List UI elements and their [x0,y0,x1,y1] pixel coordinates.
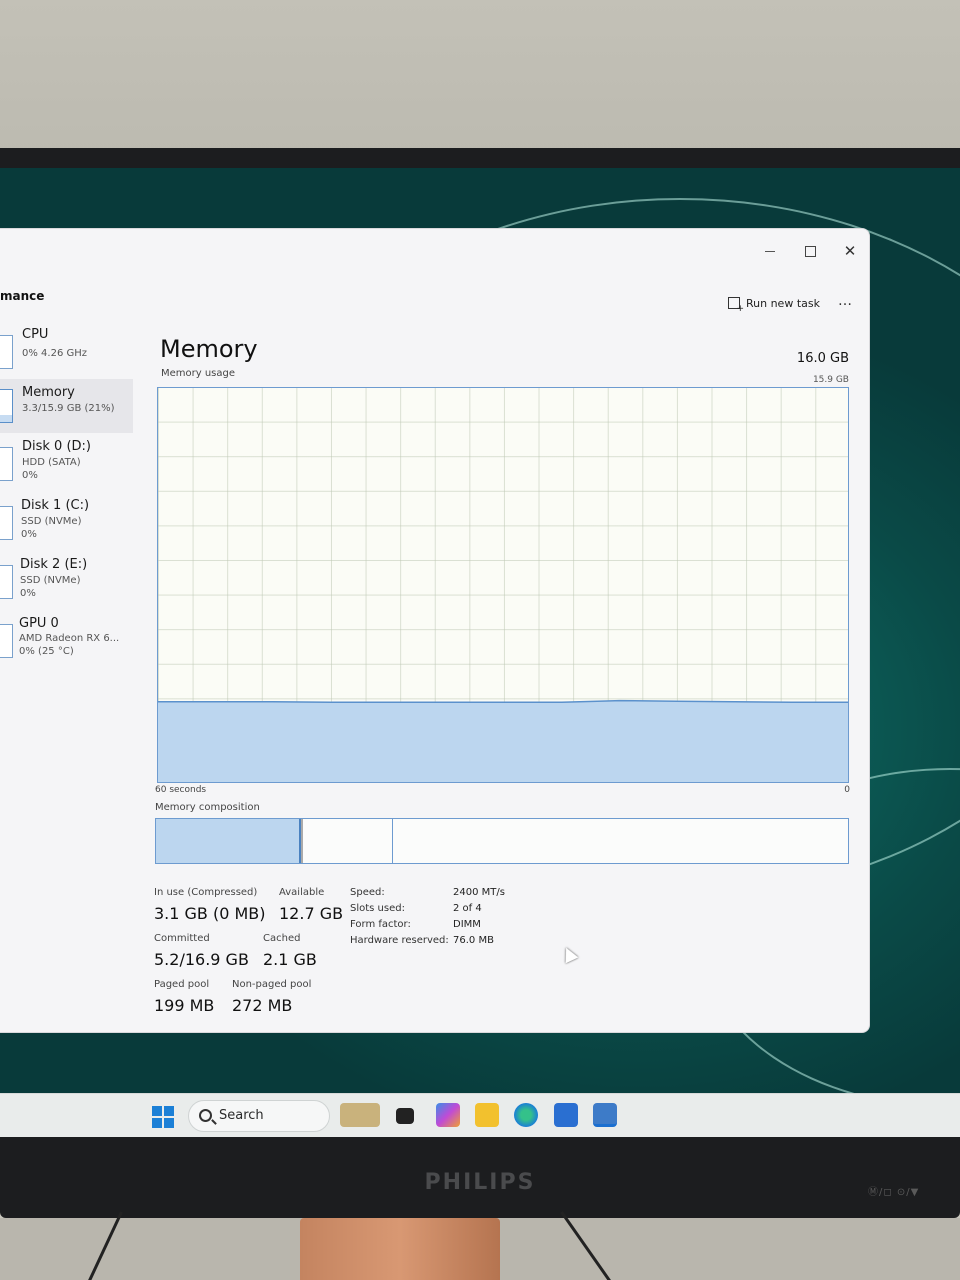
speed-value: 2400 MT/s [453,887,505,898]
sidebar-item-detail: AMD Radeon RX 6... [19,633,120,644]
cached-value: 2.1 GB [263,950,317,969]
windows-logo-icon [152,1106,162,1116]
sidebar-item-detail: 0% 4.26 GHz [22,348,88,359]
cpu-thumbnail [0,335,13,369]
title-bar[interactable]: ✕ [0,229,869,273]
sidebar-item-gpu0[interactable]: GPU 0 AMD Radeon RX 6... 0% (25 °C) [0,614,133,668]
disk1-thumbnail [0,506,13,540]
more-options-button[interactable]: … [838,293,853,309]
sidebar-item-detail: SSD (NVMe) [20,575,81,586]
form-factor-value: DIMM [453,919,481,930]
sidebar-item-usage: 0% (25 °C) [19,646,74,657]
memory-usage-line [158,699,848,704]
sidebar-item-detail: 3.3/15.9 GB (21%) [22,403,115,414]
non-paged-pool-value: 272 MB [232,996,293,1015]
taskbar-search[interactable]: Search [188,1100,330,1132]
sidebar-item-detail: SSD (NVMe) [21,516,82,527]
memory-title: Memory [160,335,258,363]
sidebar-item-label: Memory [22,385,75,400]
non-paged-pool-label: Non-paged pool [232,979,312,990]
composition-standby [303,819,393,863]
sidebar-item-usage: 0% [22,470,38,481]
memory-usage-svg [158,699,848,782]
copilot-icon[interactable] [436,1103,460,1127]
task-manager-icon[interactable] [593,1103,617,1127]
disk2-thumbnail [0,565,13,599]
available-value: 12.7 GB [279,904,344,923]
chart-x-end-label: 0 [844,785,850,795]
taskbar-search-label: Search [219,1108,264,1123]
taskbar: Search [0,1093,960,1137]
committed-value: 5.2/16.9 GB [154,950,249,969]
disk0-thumbnail [0,447,13,481]
memory-composition-label: Memory composition [155,802,260,813]
slots-used-label: Slots used: [350,903,405,914]
task-manager-window: ✕ mance Run new task … CPU 0% 4.26 GHz M… [0,228,870,1033]
sidebar-item-usage: 0% [20,588,36,599]
sidebar-item-label: Disk 1 (C:) [21,498,90,513]
gpu0-thumbnail [0,624,13,658]
sidebar-item-cpu[interactable]: CPU 0% 4.26 GHz [0,325,133,379]
memory-total: 16.0 GB [796,351,849,366]
form-factor-label: Form factor: [350,919,411,930]
sidebar-item-label: GPU 0 [19,616,59,631]
search-icon [199,1109,212,1122]
monitor-stand [300,1218,500,1280]
speed-label: Speed: [350,887,385,898]
monitor-brand-logo: PHILIPS [424,1170,536,1195]
sidebar-item-detail: HDD (SATA) [22,457,81,468]
available-label: Available [279,887,325,898]
wall [0,0,960,160]
hardware-reserved-label: Hardware reserved: [350,935,449,946]
memory-usage-label: Memory usage [161,368,236,379]
memory-usage-area [158,700,848,782]
monitor-buttons[interactable]: Ⓜ/◻ ⊙/▼ [868,1183,919,1198]
store-icon[interactable] [554,1103,578,1127]
memory-thumbnail [0,389,13,423]
sidebar-item-label: CPU [22,327,49,342]
sidebar-item-disk0[interactable]: Disk 0 (D:) HDD (SATA) 0% [0,437,133,491]
memory-composition-bar [155,818,849,864]
sidebar-item-usage: 0% [21,529,37,540]
hardware-reserved-value: 76.0 MB [453,935,494,946]
chart-x-label: 60 seconds [155,785,207,795]
memory-usage-chart [157,387,849,783]
run-new-task-label: Run new task [746,297,820,310]
paged-pool-value: 199 MB [154,996,215,1015]
in-use-value: 3.1 GB (0 MB) [154,904,266,923]
cached-label: Cached [263,933,301,944]
sidebar-item-label: Disk 2 (E:) [20,557,88,572]
memory-max-label: 15.9 GB [812,375,849,385]
paged-pool-label: Paged pool [154,979,210,990]
sidebar-item-label: Disk 0 (D:) [22,439,91,454]
run-new-task-button[interactable]: Run new task [728,297,820,314]
terminal-icon[interactable] [396,1108,414,1124]
minimize-button[interactable] [755,239,785,263]
in-use-label: In use (Compressed) [154,887,258,898]
edge-icon[interactable] [514,1103,538,1127]
file-explorer-icon[interactable] [475,1103,499,1127]
maximize-button[interactable] [795,239,825,263]
widgets-icon[interactable] [340,1103,380,1127]
composition-in-use [156,819,301,863]
close-button[interactable]: ✕ [835,239,865,263]
sidebar-item-memory[interactable]: Memory 3.3/15.9 GB (21%) [0,379,133,433]
committed-label: Committed [154,933,210,944]
sidebar-item-disk2[interactable]: Disk 2 (E:) SSD (NVMe) 0% [0,555,133,609]
run-task-icon [728,297,744,314]
page-title: mance [0,289,45,303]
start-button[interactable] [152,1106,174,1128]
slots-used-value: 2 of 4 [453,903,482,914]
sidebar-item-disk1[interactable]: Disk 1 (C:) SSD (NVMe) 0% [0,496,133,550]
